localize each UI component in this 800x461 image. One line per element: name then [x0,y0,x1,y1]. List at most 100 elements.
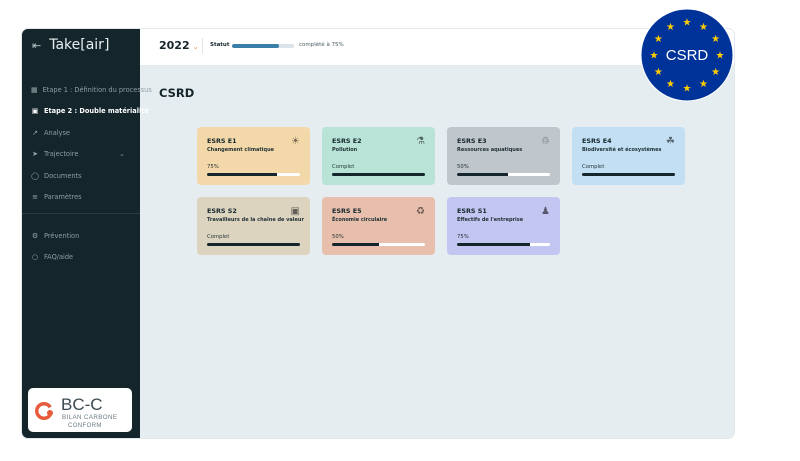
eu-star: ★ [711,67,720,78]
eu-star: ★ [716,51,725,62]
bcc-line1: BILAN CARBONE [62,414,117,421]
card-progress-bar [332,173,425,176]
global-progress-bar [232,44,294,48]
bcc-line2: CONFORM [68,423,102,429]
card-code: ESRS E1 [207,137,237,145]
card-code: ESRS E2 [332,137,362,145]
bcc-title: BC-C [61,395,103,414]
card-status: 75% [457,234,469,240]
card-progress-fill [457,173,509,176]
card-progress-fill [332,243,379,246]
esrs-card-esrs-e1[interactable]: ESRS E1 Changement climatique ☀ 75% [197,127,310,185]
esrs-card-esrs-e5[interactable]: ESRS E5 Économie circulaire ♻ 50% [322,197,435,255]
card-progress-bar [457,173,550,176]
sidebar-item-etape2[interactable]: ▣ Etape 2 : Double matérialité [31,101,151,123]
card-status: Complet [207,234,230,240]
app-logo: Take[air] [49,37,110,53]
people-icon: ♟ [541,206,550,217]
card-title: Biodiversité et écosystèmes [582,147,662,153]
esrs-card-esrs-s1[interactable]: ESRS S1 Effectifs de l'entreprise ♟ 75% [447,197,560,255]
chat-icon: ○ [31,253,39,262]
esrs-card-esrs-e2[interactable]: ESRS E2 Pollution ⚗ Complet [322,127,435,185]
card-progress-fill [207,243,300,246]
card-progress-fill [332,173,425,176]
gear-person-icon: ⚙ [31,231,39,240]
chevron-down-icon[interactable]: ⌄ [119,150,125,158]
brand: ⇤ Take[air] [32,37,109,53]
sidebar-item-label: Trajectoire [44,150,79,159]
card-title: Travailleurs de la chaîne de valeur [207,217,304,223]
eu-star: ★ [654,34,663,45]
esrs-card-esrs-e3[interactable]: ESRS E3 Ressources aquatiques ♲ 50% [447,127,560,185]
sidebar-item-etape1[interactable]: ▦ Etape 1 : Définition du processus [31,79,152,101]
rocket-icon: ➤ [32,150,38,159]
eu-star: ★ [683,84,692,95]
card-title: Ressources aquatiques [457,147,523,153]
sidebar-item-trajectoire[interactable]: ➤ Trajectoire ⌄ [31,144,151,166]
eu-star: ★ [699,22,708,33]
card-progress-fill [582,173,675,176]
card-progress-bar [332,243,425,246]
card-title: Économie circulaire [332,217,388,223]
card-code: ESRS E5 [332,207,362,215]
sidebar-item-label: Etape 1 : Définition du processus [42,85,152,94]
progress-text: complété à 75% [299,42,344,48]
app-window: ⇤ Take[air] ▦ Etape 1 : Définition du pr… [22,29,734,438]
sidebar: ⇤ Take[air] ▦ Etape 1 : Définition du pr… [22,29,152,438]
eu-star: ★ [699,79,708,90]
card-status: 50% [332,234,344,240]
card-progress-bar [207,243,300,246]
sidebar-nav: ▦ Etape 1 : Définition du processus ▣ Et… [31,79,152,209]
card-title: Pollution [332,147,358,153]
folder-icon: ◯ [31,171,39,180]
card-status: 50% [457,164,469,170]
eu-star: ★ [711,34,720,45]
grid-icon: ▦ [31,85,38,94]
card-status: 75% [207,164,219,170]
sidebar-item-analyse[interactable]: ↗ Analyse [31,122,151,144]
sidebar-nav-secondary: ⚙ Prévention ○ FAQ/aide [31,225,151,268]
trash-icon: ♲ [541,136,550,147]
eu-star: ★ [650,51,659,62]
leaf-icon: ☘ [666,136,675,147]
card-progress-fill [457,243,530,246]
page-title: CSRD [159,86,195,100]
topbar-divider [202,38,203,54]
card-title: Effectifs de l'entreprise [457,217,524,223]
bcc-badge: BC-C BILAN CARBONE CONFORM [28,388,132,432]
statut-label: Statut [210,42,230,48]
arrow-left-to-bar-icon[interactable]: ⇤ [32,39,41,52]
chart-line-icon: ↗ [32,128,38,137]
year-selector[interactable]: 2022 ⌄ [159,39,199,52]
sidebar-item-label: Documents [44,171,82,180]
card-status: Complet [332,164,355,170]
sidebar-item-label: Etape 2 : Double matérialité [44,107,149,116]
box-icon: ▣ [290,206,300,217]
sidebar-item-parametres[interactable]: ≡ Paramètres [31,187,151,209]
sidebar-item-faq[interactable]: ○ FAQ/aide [31,247,151,269]
eu-star: ★ [666,22,675,33]
card-progress-bar [582,173,675,176]
esrs-card-esrs-s2[interactable]: ESRS S2 Travailleurs de la chaîne de vale… [197,197,310,255]
sliders-icon: ≡ [32,193,38,202]
global-progress-fill [232,44,279,48]
year-value: 2022 [159,39,190,52]
eu-star: ★ [654,67,663,78]
eu-star: ★ [666,79,675,90]
card-progress-fill [207,173,277,176]
sidebar-divider [22,213,140,214]
esrs-card-esrs-e4[interactable]: ESRS E4 Biodiversité et écosystèmes ☘ Compl… [572,127,685,185]
card-progress-bar [207,173,300,176]
card-status: Complet [582,164,605,170]
sidebar-item-label: FAQ/aide [44,253,74,262]
csrd-badge-label: CSRD [666,47,709,64]
chevron-down-icon: ⌄ [192,43,199,51]
sidebar-item-prevention[interactable]: ⚙ Prévention [31,225,151,247]
square-icon: ▣ [31,107,39,116]
recycle-icon: ♻ [416,206,425,217]
card-code: ESRS E4 [582,137,612,145]
sidebar-item-documents[interactable]: ◯ Documents [31,165,151,187]
card-code: ESRS S1 [457,207,487,215]
flask-icon: ⚗ [416,136,425,147]
fire-icon: ☀ [291,136,300,147]
